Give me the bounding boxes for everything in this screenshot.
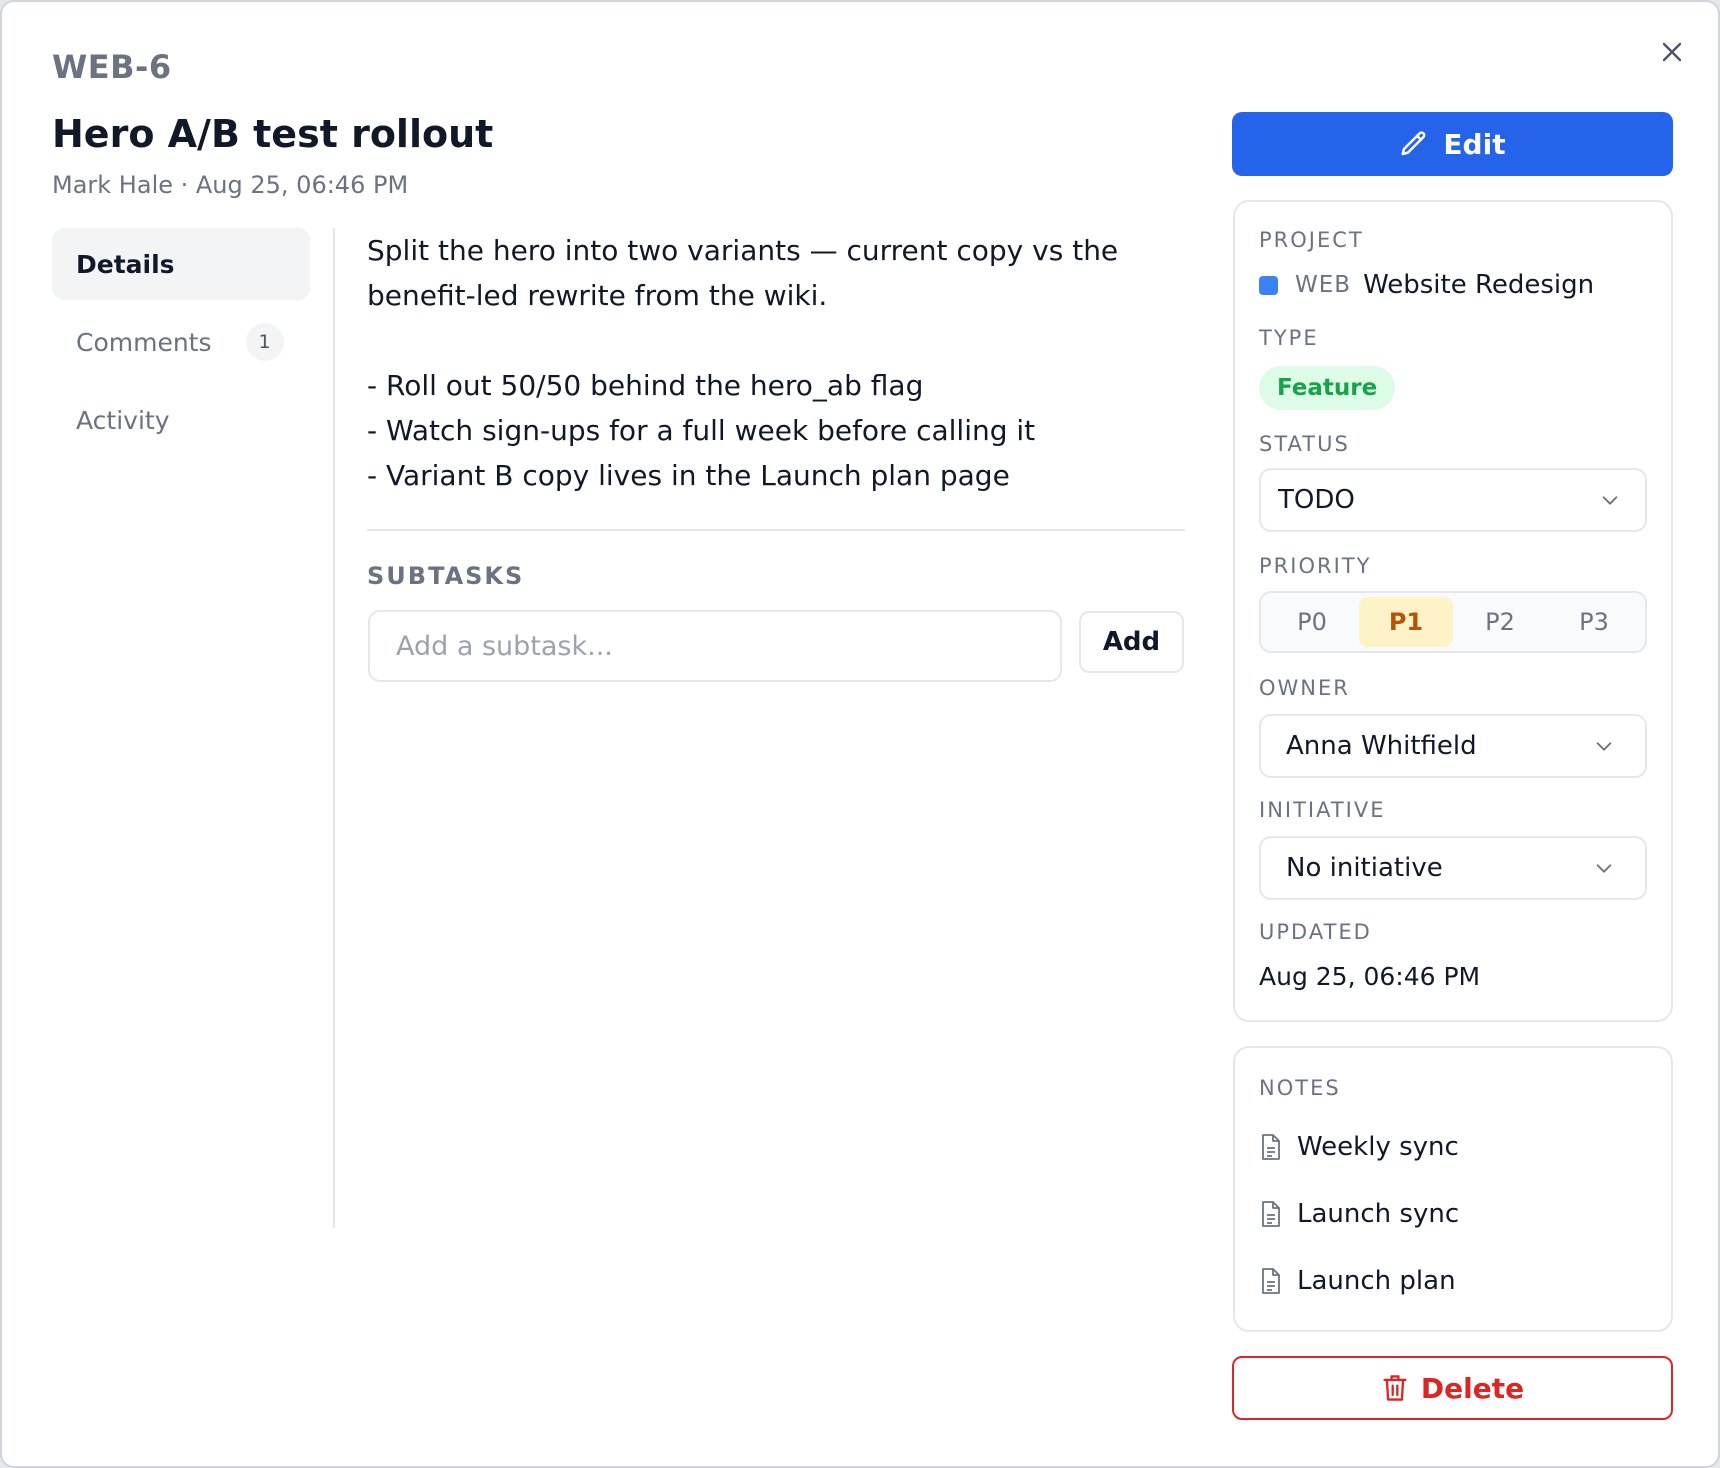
- tab-details[interactable]: Details: [52, 228, 310, 300]
- issue-title: Hero A/B test rollout: [52, 112, 494, 156]
- tab-comments[interactable]: Comments 1: [52, 306, 310, 378]
- description-bullet: - Variant B copy lives in the Launch pla…: [367, 459, 1010, 492]
- issue-description: Split the hero into two variants — curre…: [367, 228, 1187, 498]
- note-link-launch-sync[interactable]: Launch sync: [1259, 1199, 1459, 1229]
- nav-divider: [333, 228, 335, 1228]
- note-link-weekly-sync[interactable]: Weekly sync: [1259, 1132, 1459, 1162]
- owner-value: Anna Whitfield: [1286, 731, 1477, 761]
- chevron-down-icon: [1593, 857, 1615, 879]
- subtasks-heading: SUBTASKS: [367, 562, 525, 590]
- notes-label: NOTES: [1259, 1076, 1341, 1100]
- chevron-down-icon: [1599, 489, 1621, 511]
- tab-activity[interactable]: Activity: [52, 384, 310, 456]
- close-button[interactable]: [1656, 36, 1688, 68]
- status-label: STATUS: [1259, 432, 1350, 456]
- properties-panel: PROJECT WEB Website Redesign TYPE Featur…: [1233, 200, 1673, 1022]
- add-subtask-button[interactable]: Add: [1079, 611, 1184, 673]
- priority-segmented-control: P0 P1 P2 P3: [1259, 591, 1647, 653]
- document-icon: [1262, 1201, 1280, 1227]
- trash-icon: [1383, 1375, 1407, 1401]
- note-title: Launch plan: [1297, 1266, 1456, 1296]
- status-select[interactable]: TODO: [1259, 468, 1647, 532]
- note-link-launch-plan[interactable]: Launch plan: [1259, 1266, 1456, 1296]
- project-code: WEB: [1295, 272, 1352, 298]
- tab-comments-label: Comments: [76, 327, 212, 357]
- note-title: Launch sync: [1297, 1199, 1460, 1229]
- issue-id: WEB-6: [52, 48, 172, 86]
- delete-button-label: Delete: [1420, 1371, 1525, 1405]
- priority-label: PRIORITY: [1259, 554, 1372, 578]
- initiative-label: INITIATIVE: [1259, 798, 1386, 822]
- document-icon: [1262, 1268, 1280, 1294]
- tab-details-label: Details: [76, 249, 175, 279]
- subtask-input[interactable]: [368, 610, 1062, 682]
- document-icon: [1262, 1134, 1280, 1160]
- delete-button[interactable]: Delete: [1232, 1356, 1673, 1420]
- description-bullet: - Watch sign-ups for a full week before …: [367, 414, 1036, 447]
- updated-value: Aug 25, 06:46 PM: [1259, 962, 1481, 991]
- priority-option-p2[interactable]: P2: [1453, 597, 1547, 647]
- type-badge: Feature: [1259, 366, 1396, 410]
- project-value[interactable]: WEB Website Redesign: [1259, 270, 1594, 300]
- section-nav: Details Comments 1 Activity: [52, 228, 310, 462]
- issue-meta: Mark Hale · Aug 25, 06:46 PM: [52, 171, 409, 199]
- updated-label: UPDATED: [1259, 920, 1372, 944]
- owner-select[interactable]: Anna Whitfield: [1259, 714, 1647, 778]
- status-value: TODO: [1278, 485, 1355, 515]
- edit-button[interactable]: Edit: [1232, 112, 1673, 176]
- project-color-dot: [1259, 275, 1278, 295]
- issue-detail-modal: WEB-6 Hero A/B test rollout Mark Hale · …: [0, 0, 1720, 1468]
- description-bullet: - Roll out 50/50 behind the hero_ab flag: [367, 369, 924, 402]
- notes-panel: NOTES Weekly sync Launch sync Launch pla…: [1233, 1046, 1673, 1332]
- description-line: Split the hero into two variants — curre…: [367, 234, 1119, 267]
- type-label: TYPE: [1259, 326, 1319, 350]
- owner-label: OWNER: [1259, 676, 1350, 700]
- project-label: PROJECT: [1259, 228, 1364, 252]
- priority-option-p0[interactable]: P0: [1265, 597, 1359, 647]
- edit-button-label: Edit: [1443, 127, 1506, 161]
- comments-count-badge: 1: [245, 323, 284, 361]
- tab-activity-label: Activity: [76, 405, 170, 435]
- initiative-value: No initiative: [1286, 853, 1443, 883]
- note-title: Weekly sync: [1297, 1132, 1459, 1162]
- priority-option-p1[interactable]: P1: [1359, 597, 1453, 647]
- project-name: Website Redesign: [1363, 270, 1595, 300]
- description-divider: [367, 529, 1185, 531]
- pencil-icon: [1401, 131, 1426, 156]
- initiative-select[interactable]: No initiative: [1259, 836, 1647, 900]
- description-line: benefit-led rewrite from the wiki.: [367, 279, 828, 312]
- priority-option-p3[interactable]: P3: [1547, 597, 1641, 647]
- chevron-down-icon: [1593, 735, 1615, 757]
- close-icon: [1662, 42, 1682, 62]
